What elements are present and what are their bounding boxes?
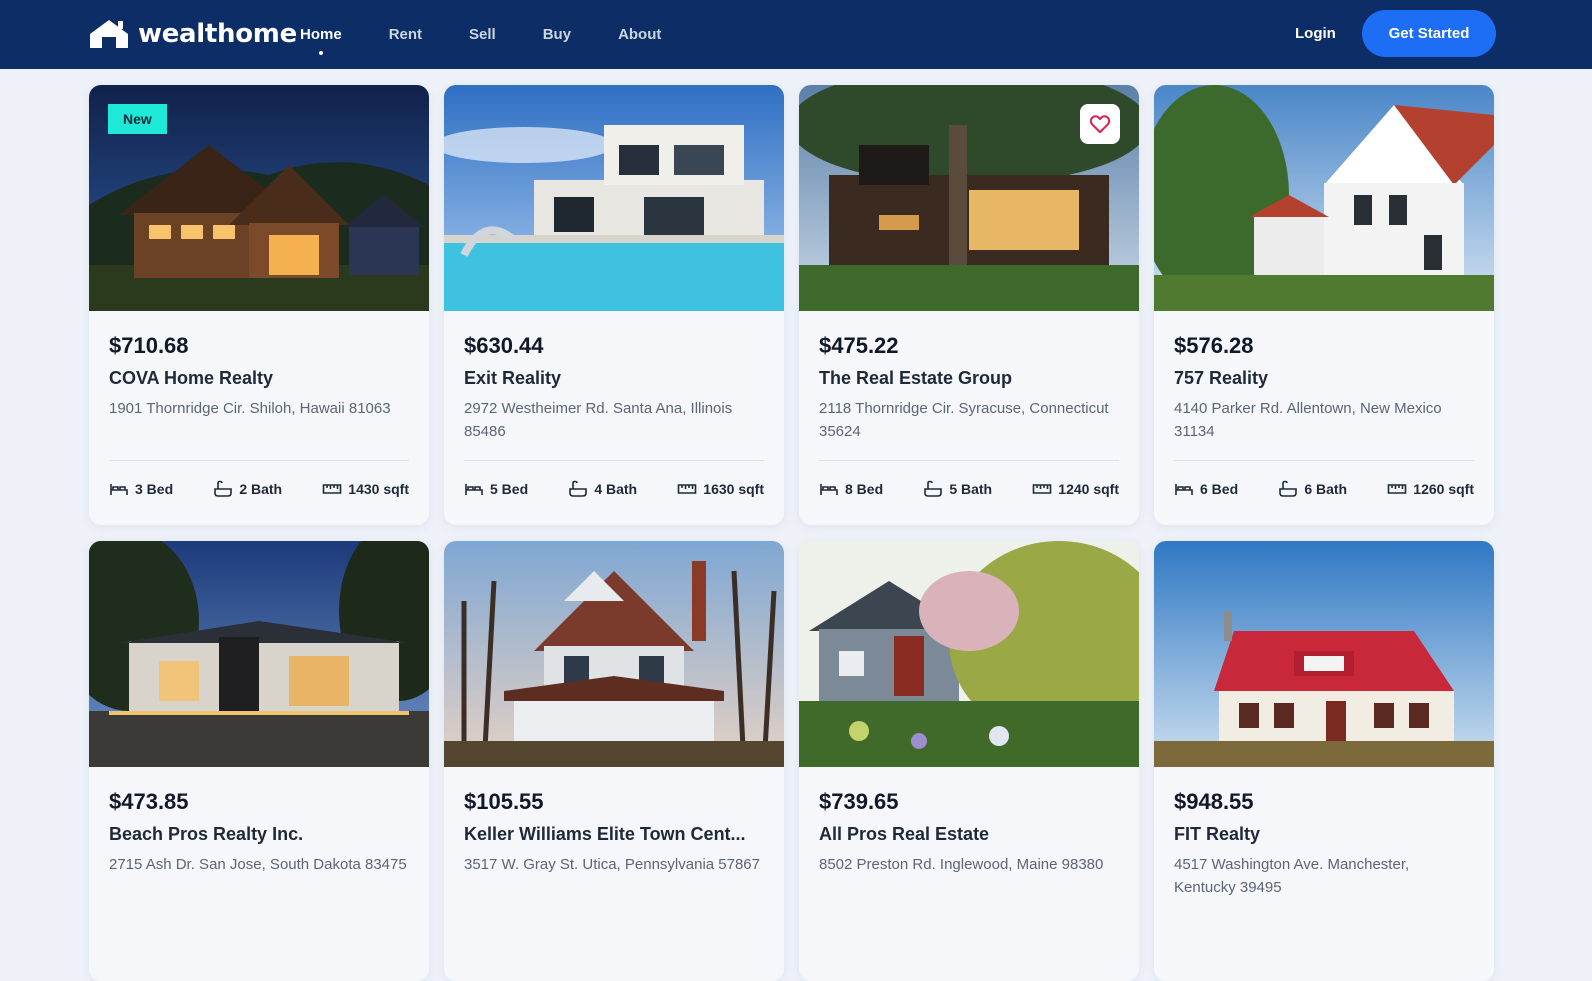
top-navbar: wealthome Home Rent Sell Buy About Login… — [0, 0, 1592, 69]
listing-address: 4517 Washington Ave. Manchester, Kentuck… — [1174, 856, 1410, 896]
listing-price: $576.28 — [1174, 333, 1254, 358]
main-nav: Home Rent Sell Buy About — [300, 0, 708, 69]
listing-price: $105.55 — [464, 789, 544, 814]
listing-card[interactable]: $576.28 757 Reality 4140 Parker Rd. Alle… — [1154, 85, 1494, 525]
get-started-button[interactable]: Get Started — [1362, 10, 1496, 57]
bath-count: 5 Bath — [923, 480, 992, 498]
bed-count: 3 Bed — [109, 480, 173, 498]
brand-logo[interactable]: wealthome — [88, 16, 297, 52]
bath-count: 6 Bath — [1278, 480, 1347, 498]
card-divider — [819, 460, 1119, 461]
listing-address: 2972 Westheimer Rd. Santa Ana, Illinois … — [464, 400, 733, 440]
listing-card[interactable]: $473.85 Beach Pros Realty Inc. 2715 Ash … — [89, 541, 429, 981]
listing-address: 3517 W. Gray St. Utica, Pennsylvania 578… — [464, 856, 760, 873]
listing-photo[interactable] — [1154, 541, 1494, 767]
bed-icon — [110, 484, 128, 495]
listing-name[interactable]: FIT Realty — [1174, 821, 1474, 847]
ruler-icon — [1387, 484, 1407, 494]
bath-count: 4 Bath — [568, 480, 637, 498]
bed-icon — [820, 484, 838, 495]
area-size: 1630 sqft — [677, 480, 764, 498]
listing-card[interactable]: $630.44 Exit Reality 2972 Westheimer Rd.… — [444, 85, 784, 525]
area-size: 1430 sqft — [322, 480, 409, 498]
listing-photo[interactable] — [89, 541, 429, 767]
card-divider — [1174, 460, 1474, 461]
listing-card[interactable]: $948.55 FIT Realty 4517 Washington Ave. … — [1154, 541, 1494, 981]
bath-icon — [214, 480, 233, 497]
listing-photo[interactable] — [1154, 85, 1494, 311]
active-indicator — [318, 51, 323, 55]
listing-name[interactable]: Beach Pros Realty Inc. — [109, 821, 409, 847]
card-divider — [464, 460, 764, 461]
listing-address: 4140 Parker Rd. Allentown, New Mexico 31… — [1174, 400, 1442, 440]
listing-card[interactable]: $739.65 All Pros Real Estate 8502 Presto… — [799, 541, 1139, 981]
listing-card[interactable]: $475.22 The Real Estate Group 2118 Thorn… — [799, 85, 1139, 525]
listing-address: 8502 Preston Rd. Inglewood, Maine 98380 — [819, 856, 1104, 873]
area-size: 1260 sqft — [1387, 480, 1474, 498]
listing-price: $630.44 — [464, 333, 544, 358]
listing-name[interactable]: All Pros Real Estate — [819, 821, 1119, 847]
listing-photo[interactable] — [799, 541, 1139, 767]
listing-name[interactable]: Exit Reality — [464, 365, 764, 391]
listing-name[interactable]: The Real Estate Group — [819, 365, 1119, 391]
brand-name: wealthome — [138, 19, 297, 49]
listing-features: 6 Bed 6 Bath 1260 sqft — [1174, 480, 1474, 498]
card-divider — [109, 460, 409, 461]
ruler-icon — [1032, 484, 1052, 494]
nav-item-sell[interactable]: Sell — [469, 26, 496, 43]
bath-icon — [569, 480, 588, 497]
login-link[interactable]: Login — [1295, 25, 1336, 42]
new-badge: New — [108, 104, 167, 134]
bed-icon — [1175, 484, 1193, 495]
bed-count: 6 Bed — [1174, 480, 1238, 498]
nav-item-label: Buy — [542, 26, 572, 43]
area-size: 1240 sqft — [1032, 480, 1119, 498]
listing-price: $475.22 — [819, 333, 899, 358]
bed-count: 5 Bed — [464, 480, 528, 498]
bath-icon — [924, 480, 943, 497]
listing-photo[interactable] — [444, 541, 784, 767]
heart-icon — [1089, 115, 1111, 134]
listing-price: $739.65 — [819, 789, 899, 814]
listing-address: 1901 Thornridge Cir. Shiloh, Hawaii 8106… — [109, 400, 391, 417]
nav-item-buy[interactable]: Buy — [543, 26, 571, 43]
listing-price: $473.85 — [109, 789, 189, 814]
nav-item-home[interactable]: Home — [300, 26, 342, 55]
ruler-icon — [322, 484, 342, 494]
listing-price: $948.55 — [1174, 789, 1254, 814]
bath-count: 2 Bath — [213, 480, 282, 498]
listing-photo[interactable]: New — [89, 85, 429, 311]
listing-features: 5 Bed 4 Bath 1630 sqft — [464, 480, 764, 498]
bath-icon — [1279, 480, 1298, 497]
bed-count: 8 Bed — [819, 480, 883, 498]
nav-item-label: Home — [300, 26, 342, 43]
listing-photo[interactable] — [799, 85, 1139, 311]
listing-features: 3 Bed 2 Bath 1430 sqft — [109, 480, 409, 498]
ruler-icon — [677, 484, 697, 494]
listing-address: 2118 Thornridge Cir. Syracuse, Connectic… — [819, 400, 1109, 440]
nav-item-about[interactable]: About — [618, 26, 661, 43]
listing-address: 2715 Ash Dr. San Jose, South Dakota 8347… — [109, 856, 407, 873]
listing-price: $710.68 — [109, 333, 189, 358]
listings-grid: New $710.68 COVA Home Realty 1901 Thornr… — [89, 85, 1496, 981]
listing-card[interactable]: New $710.68 COVA Home Realty 1901 Thornr… — [89, 85, 429, 525]
favorite-button[interactable] — [1080, 104, 1120, 144]
nav-item-label: About — [618, 26, 662, 43]
bed-icon — [465, 484, 483, 495]
nav-item-rent[interactable]: Rent — [389, 26, 422, 43]
listing-photo[interactable] — [444, 85, 784, 311]
listing-card[interactable]: $105.55 Keller Williams Elite Town Cent.… — [444, 541, 784, 981]
listing-features: 8 Bed 5 Bath 1240 sqft — [819, 480, 1119, 498]
nav-item-label: Rent — [388, 26, 423, 43]
listing-name[interactable]: Keller Williams Elite Town Cent... — [464, 821, 764, 847]
house-logo-icon — [90, 20, 128, 48]
listing-name[interactable]: COVA Home Realty — [109, 365, 409, 391]
listing-name[interactable]: 757 Reality — [1174, 365, 1474, 391]
nav-item-label: Sell — [469, 26, 496, 43]
